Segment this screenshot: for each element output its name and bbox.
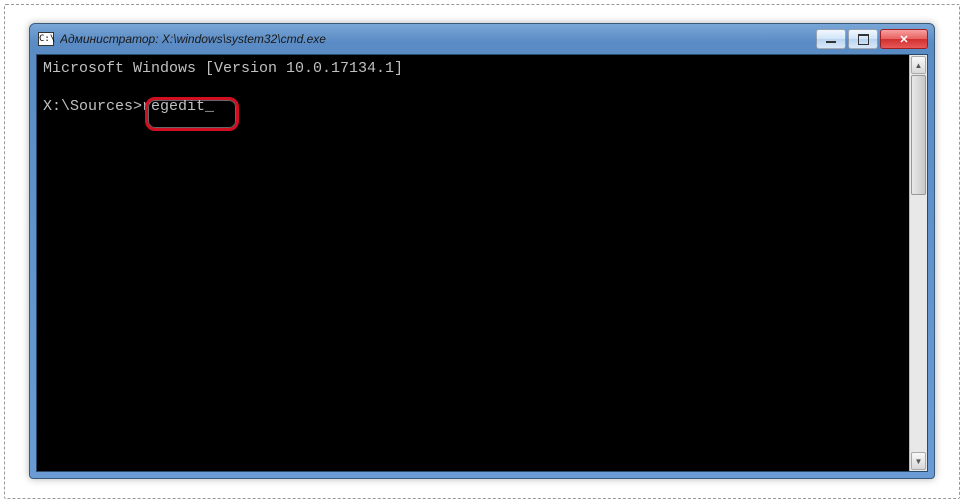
- cmd-window: C:\ Администратор: X:\windows\system32\c…: [29, 23, 935, 479]
- typed-command: regedit: [142, 98, 205, 115]
- close-button[interactable]: [880, 29, 928, 49]
- scroll-down-arrow[interactable]: ▼: [911, 452, 926, 470]
- maximize-button[interactable]: [848, 29, 878, 49]
- scroll-up-arrow[interactable]: ▲: [911, 56, 926, 74]
- vertical-scrollbar[interactable]: ▲ ▼: [909, 55, 927, 471]
- scroll-thumb[interactable]: [911, 75, 926, 195]
- cursor: _: [205, 98, 214, 115]
- scroll-track[interactable]: [910, 75, 927, 451]
- client-area: Microsoft Windows [Version 10.0.17134.1]…: [36, 54, 928, 472]
- titlebar[interactable]: C:\ Администратор: X:\windows\system32\c…: [30, 24, 934, 54]
- window-title: Администратор: X:\windows\system32\cmd.e…: [60, 32, 816, 46]
- minimize-button[interactable]: [816, 29, 846, 49]
- terminal-output[interactable]: Microsoft Windows [Version 10.0.17134.1]…: [37, 55, 909, 471]
- cmd-icon: C:\: [38, 32, 54, 46]
- version-line: Microsoft Windows [Version 10.0.17134.1]: [43, 60, 403, 77]
- window-controls: [816, 29, 928, 49]
- prompt-text: X:\Sources>: [43, 98, 142, 115]
